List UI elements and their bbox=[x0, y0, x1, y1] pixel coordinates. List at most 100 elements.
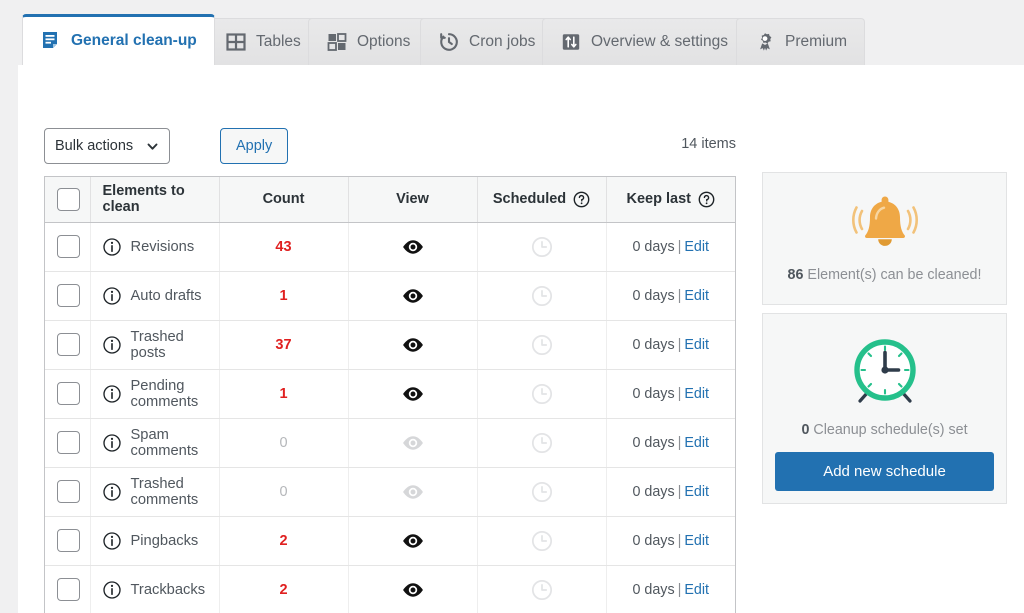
row-name-cell: Trackbacks bbox=[90, 565, 219, 613]
edit-link[interactable]: Edit bbox=[684, 288, 709, 304]
eye-icon[interactable] bbox=[402, 337, 424, 353]
award-ribbon-icon bbox=[754, 31, 776, 53]
separator: | bbox=[678, 386, 682, 402]
info-icon[interactable] bbox=[103, 238, 121, 256]
info-icon[interactable] bbox=[103, 385, 121, 403]
row-checkbox[interactable] bbox=[57, 382, 80, 405]
clock-history-icon bbox=[438, 31, 460, 53]
info-icon[interactable] bbox=[103, 434, 121, 452]
edit-link[interactable]: Edit bbox=[684, 435, 709, 451]
element-name: Trashed posts bbox=[131, 329, 207, 361]
row-checkbox[interactable] bbox=[57, 235, 80, 258]
row-select-cell bbox=[45, 320, 90, 369]
clock-icon bbox=[531, 530, 553, 552]
eye-icon[interactable] bbox=[402, 239, 424, 255]
edit-link[interactable]: Edit bbox=[684, 386, 709, 402]
elements-alert-card: 86 Element(s) can be cleaned! bbox=[762, 172, 1007, 305]
clock-icon bbox=[531, 383, 553, 405]
tab-premium[interactable]: Premium bbox=[736, 18, 865, 65]
edit-link[interactable]: Edit bbox=[684, 239, 709, 255]
eye-icon[interactable] bbox=[402, 288, 424, 304]
row-select-cell bbox=[45, 222, 90, 271]
row-select-cell bbox=[45, 418, 90, 467]
row-checkbox[interactable] bbox=[57, 333, 80, 356]
row-name-cell: Spam comments bbox=[90, 418, 219, 467]
row-scheduled-cell bbox=[477, 467, 606, 516]
element-name: Auto drafts bbox=[131, 288, 202, 304]
row-select-cell bbox=[45, 565, 90, 613]
clock-icon bbox=[531, 579, 553, 601]
add-new-schedule-button[interactable]: Add new schedule bbox=[775, 452, 994, 491]
count-value: 37 bbox=[275, 337, 291, 353]
header-scheduled: Scheduled bbox=[477, 177, 606, 222]
row-checkbox[interactable] bbox=[57, 431, 80, 454]
apply-button[interactable]: Apply bbox=[220, 128, 288, 164]
count-value: 43 bbox=[275, 239, 291, 255]
alert-count: 86 bbox=[788, 267, 804, 283]
element-name: Revisions bbox=[131, 239, 195, 255]
row-view-cell bbox=[348, 516, 477, 565]
tab-cron-jobs[interactable]: Cron jobs bbox=[420, 18, 553, 65]
info-icon[interactable] bbox=[103, 336, 121, 354]
row-select-cell bbox=[45, 516, 90, 565]
tab-overview-settings[interactable]: Overview & settings bbox=[542, 18, 746, 65]
row-keep-last-cell: 0 days|Edit bbox=[606, 271, 735, 320]
info-icon[interactable] bbox=[103, 483, 121, 501]
row-count-cell: 2 bbox=[219, 516, 348, 565]
table-row: Revisions430 days|Edit bbox=[45, 222, 735, 271]
header-elements-to-clean: Elements to clean bbox=[90, 177, 219, 222]
row-count-cell: 0 bbox=[219, 418, 348, 467]
row-name-cell: Trashed posts bbox=[90, 320, 219, 369]
row-checkbox[interactable] bbox=[57, 578, 80, 601]
clock-icon bbox=[531, 432, 553, 454]
schedule-text: Cleanup schedule(s) set bbox=[809, 422, 967, 438]
edit-link[interactable]: Edit bbox=[684, 582, 709, 598]
row-select-cell bbox=[45, 467, 90, 516]
count-value: 2 bbox=[279, 582, 287, 598]
info-icon[interactable] bbox=[103, 532, 121, 550]
edit-link[interactable]: Edit bbox=[684, 484, 709, 500]
row-keep-last-cell: 0 days|Edit bbox=[606, 516, 735, 565]
edit-link[interactable]: Edit bbox=[684, 337, 709, 353]
table-row: Trackbacks20 days|Edit bbox=[45, 565, 735, 613]
header-keep-last-label: Keep last bbox=[627, 191, 691, 207]
row-count-cell: 37 bbox=[219, 320, 348, 369]
row-checkbox[interactable] bbox=[57, 529, 80, 552]
header-view: View bbox=[348, 177, 477, 222]
eye-icon[interactable] bbox=[402, 582, 424, 598]
clock-icon bbox=[531, 334, 553, 356]
edit-link[interactable]: Edit bbox=[684, 533, 709, 549]
count-value: 0 bbox=[279, 435, 287, 451]
select-all-checkbox[interactable] bbox=[57, 188, 80, 211]
tab-options[interactable]: Options bbox=[308, 18, 428, 65]
row-checkbox[interactable] bbox=[57, 284, 80, 307]
row-checkbox[interactable] bbox=[57, 480, 80, 503]
tab-general-clean-up[interactable]: General clean-up bbox=[22, 14, 215, 65]
header-keep-last: Keep last bbox=[606, 177, 735, 222]
document-lines-icon bbox=[40, 30, 62, 52]
header-scheduled-label: Scheduled bbox=[493, 191, 566, 207]
info-icon[interactable] bbox=[103, 287, 121, 305]
sliders-icon bbox=[560, 31, 582, 53]
count-value: 1 bbox=[279, 288, 287, 304]
row-view-cell bbox=[348, 271, 477, 320]
element-name: Pending comments bbox=[131, 378, 207, 410]
clock-icon bbox=[531, 481, 553, 503]
element-name: Trashed comments bbox=[131, 476, 207, 508]
keep-days: 0 days bbox=[632, 239, 674, 255]
tab-bar: General clean-up Tables O bbox=[0, 0, 1024, 65]
bulk-actions-select[interactable]: Bulk actions bbox=[44, 128, 170, 164]
elements-table: Elements to clean Count View Scheduled bbox=[44, 176, 736, 613]
eye-icon[interactable] bbox=[402, 533, 424, 549]
eye-icon[interactable] bbox=[402, 386, 424, 402]
row-name-cell: Revisions bbox=[90, 222, 219, 271]
count-value: 1 bbox=[279, 386, 287, 402]
tab-tables[interactable]: Tables bbox=[207, 18, 319, 65]
row-keep-last-cell: 0 days|Edit bbox=[606, 418, 735, 467]
clock-icon bbox=[531, 236, 553, 258]
row-name-cell: Pingbacks bbox=[90, 516, 219, 565]
help-icon[interactable] bbox=[573, 191, 590, 208]
help-icon[interactable] bbox=[698, 191, 715, 208]
table-row: Spam comments 0 0 days|Edit bbox=[45, 418, 735, 467]
info-icon[interactable] bbox=[103, 581, 121, 599]
